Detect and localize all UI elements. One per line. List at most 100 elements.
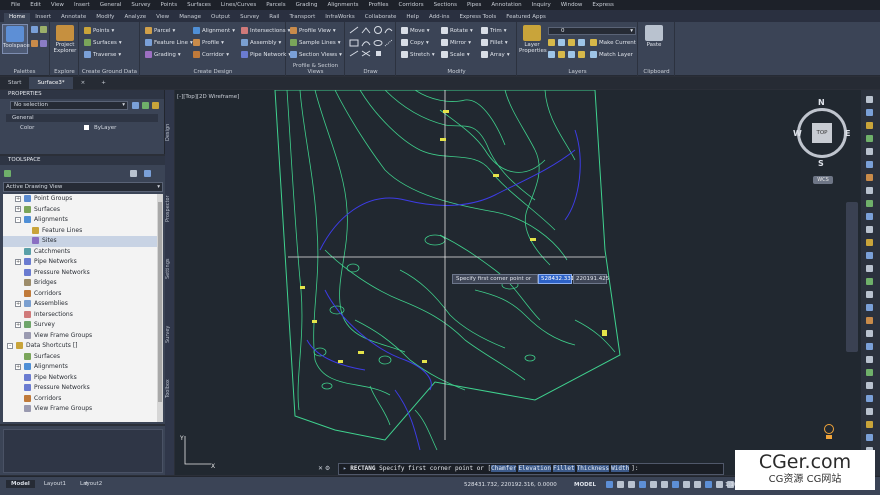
layer-tool-icon[interactable] bbox=[558, 51, 565, 58]
tree-scroll-thumb[interactable] bbox=[158, 202, 162, 402]
coord-x-input[interactable]: 528432.331 bbox=[538, 274, 574, 284]
ribbon-button[interactable]: Parcel ▾ bbox=[145, 27, 175, 34]
status-toggle-icon[interactable] bbox=[694, 481, 701, 488]
tree-item[interactable]: Surfaces bbox=[3, 352, 157, 363]
command-close-icon[interactable]: ✕ ⚙ bbox=[318, 465, 336, 474]
menu-item[interactable]: Grading bbox=[291, 2, 323, 8]
ribbon-button[interactable]: Copy ▾ bbox=[401, 39, 429, 46]
ribbon-tab[interactable]: Annotate bbox=[56, 13, 91, 22]
ribbon-button[interactable]: Intersections ▾ bbox=[241, 27, 290, 34]
collapse-icon[interactable]: - bbox=[15, 216, 21, 223]
ribbon-button[interactable]: Surfaces ▾ bbox=[84, 39, 122, 46]
model-space-toggle[interactable]: MODEL bbox=[574, 482, 596, 488]
menu-item[interactable]: Pipes bbox=[462, 2, 486, 8]
drawing-canvas[interactable]: [-][Top][2D Wireframe] Y X Specify first… bbox=[175, 90, 861, 475]
coord-y-input[interactable]: 220191.425 bbox=[573, 274, 609, 284]
tree-item[interactable]: + Survey bbox=[3, 320, 157, 331]
command-option[interactable]: Chamfer bbox=[491, 465, 517, 472]
layer-tool-icon[interactable] bbox=[568, 51, 575, 58]
toolbar-tool-icon[interactable] bbox=[866, 330, 873, 337]
layer-dropdown[interactable]: 0 ▾ bbox=[548, 27, 636, 35]
paste-button[interactable]: Paste bbox=[641, 24, 667, 54]
toolbar-tool-icon[interactable] bbox=[866, 356, 873, 363]
ribbon-tab[interactable]: Rail bbox=[264, 13, 284, 22]
tree-item[interactable]: View Frame Groups bbox=[3, 331, 157, 342]
collapse-icon[interactable]: - bbox=[7, 342, 13, 349]
status-toggle-icon[interactable] bbox=[606, 481, 613, 488]
toolbar-tool-icon[interactable] bbox=[866, 304, 873, 311]
ribbon-tab[interactable]: Featured Apps bbox=[501, 13, 551, 22]
menu-item[interactable]: Express bbox=[587, 2, 618, 8]
ribbon-button[interactable]: Points ▾ bbox=[84, 27, 114, 34]
expand-icon[interactable]: + bbox=[15, 363, 21, 370]
ribbon-tab[interactable]: Collaborate bbox=[360, 13, 402, 22]
toolbar-tool-icon[interactable] bbox=[866, 174, 873, 181]
ribbon-button[interactable]: Mirror ▾ bbox=[441, 39, 471, 46]
toolbar-tool-icon[interactable] bbox=[866, 408, 873, 415]
ribbon-tab[interactable]: Transport bbox=[284, 13, 320, 22]
expand-icon[interactable]: + bbox=[15, 258, 21, 265]
layer-properties-button[interactable]: Layer Properties bbox=[519, 24, 547, 54]
toolbar-tool-icon[interactable] bbox=[866, 252, 873, 259]
status-toggle-icon[interactable] bbox=[639, 481, 646, 488]
toolbar-tool-icon[interactable] bbox=[866, 291, 873, 298]
match-layer-button[interactable]: Match Layer bbox=[590, 51, 633, 58]
layout-tab[interactable]: Layout2 bbox=[75, 480, 107, 488]
toolspace-view-dropdown[interactable]: Active Drawing View ▾ bbox=[3, 182, 163, 192]
ribbon-button[interactable]: Trim ▾ bbox=[481, 27, 506, 34]
toolbar-tool-icon[interactable] bbox=[866, 421, 873, 428]
project-explorer-button[interactable]: Project Explorer bbox=[52, 24, 78, 54]
toolbar-tool-icon[interactable] bbox=[866, 278, 873, 285]
expand-icon[interactable]: + bbox=[15, 195, 21, 202]
toolbar-tool-icon[interactable] bbox=[866, 369, 873, 376]
menu-item[interactable]: Insert bbox=[69, 2, 95, 8]
tree-item[interactable]: Bridges bbox=[3, 278, 157, 289]
ribbon-tab[interactable]: Modify bbox=[91, 13, 119, 22]
tree-item[interactable]: View Frame Groups bbox=[3, 404, 157, 415]
command-line[interactable]: ▸ RECTANG Specify first corner point or … bbox=[338, 463, 724, 475]
tree-item[interactable]: + Pipe Networks bbox=[3, 257, 157, 268]
menu-item[interactable]: Inquiry bbox=[527, 2, 556, 8]
tree-item[interactable]: Intersections bbox=[3, 310, 157, 321]
ribbon-tab[interactable]: View bbox=[151, 13, 174, 22]
palette-icon[interactable] bbox=[31, 40, 38, 47]
side-tab[interactable]: Design bbox=[165, 108, 174, 156]
tree-item[interactable]: Pipe Networks bbox=[3, 373, 157, 384]
general-section[interactable]: General bbox=[6, 114, 158, 122]
toolbar-tool-icon[interactable] bbox=[866, 96, 873, 103]
ribbon-tab[interactable]: Home bbox=[4, 13, 31, 22]
new-layout-button[interactable]: + bbox=[84, 480, 89, 487]
tree-item[interactable]: + Assemblies bbox=[3, 299, 157, 310]
menu-item[interactable]: View bbox=[46, 2, 69, 8]
palette-icon[interactable] bbox=[31, 26, 38, 33]
expand-icon[interactable]: + bbox=[15, 206, 21, 212]
compass-w[interactable]: W bbox=[793, 129, 802, 138]
ribbon-button[interactable]: Array ▾ bbox=[481, 51, 510, 58]
ribbon-button[interactable]: Pipe Network▾ bbox=[241, 51, 291, 58]
ribbon-tab[interactable]: Express Tools bbox=[454, 13, 501, 22]
ribbon-tab[interactable]: InfraWorks bbox=[320, 13, 359, 22]
tree-item[interactable]: Catchments bbox=[3, 247, 157, 258]
menu-item[interactable]: Sections bbox=[429, 2, 462, 8]
status-toggle-icon[interactable] bbox=[672, 481, 679, 488]
status-toggle-icon[interactable] bbox=[617, 481, 624, 488]
tree-item[interactable]: - Data Shortcuts [] bbox=[3, 341, 157, 352]
layer-tool-icon[interactable] bbox=[578, 51, 585, 58]
ribbon-button[interactable]: Fillet ▾ bbox=[481, 39, 508, 46]
layer-tool-icon[interactable] bbox=[548, 51, 555, 58]
tree-item[interactable]: + Point Groups bbox=[3, 194, 157, 205]
toolbar-tool-icon[interactable] bbox=[866, 148, 873, 155]
command-option[interactable]: Thickness bbox=[576, 465, 610, 472]
color-row[interactable]: Color ByLayer bbox=[6, 124, 158, 132]
tab-start[interactable]: Start bbox=[0, 77, 29, 89]
ribbon-button[interactable]: Corridor ▾ bbox=[193, 51, 229, 58]
viewcube-top-face[interactable]: TOP bbox=[812, 123, 832, 143]
refresh-icon[interactable] bbox=[144, 170, 151, 177]
print-icon[interactable] bbox=[130, 170, 137, 177]
ribbon-tab[interactable]: Help bbox=[401, 13, 424, 22]
menu-item[interactable]: Lines/Curves bbox=[216, 2, 261, 8]
wcs-menu[interactable]: WCS bbox=[813, 176, 833, 184]
tree-item[interactable]: - Alignments bbox=[3, 215, 157, 226]
make-current-button[interactable]: Make Current bbox=[590, 39, 636, 46]
layer-tool-icon[interactable] bbox=[548, 39, 555, 46]
